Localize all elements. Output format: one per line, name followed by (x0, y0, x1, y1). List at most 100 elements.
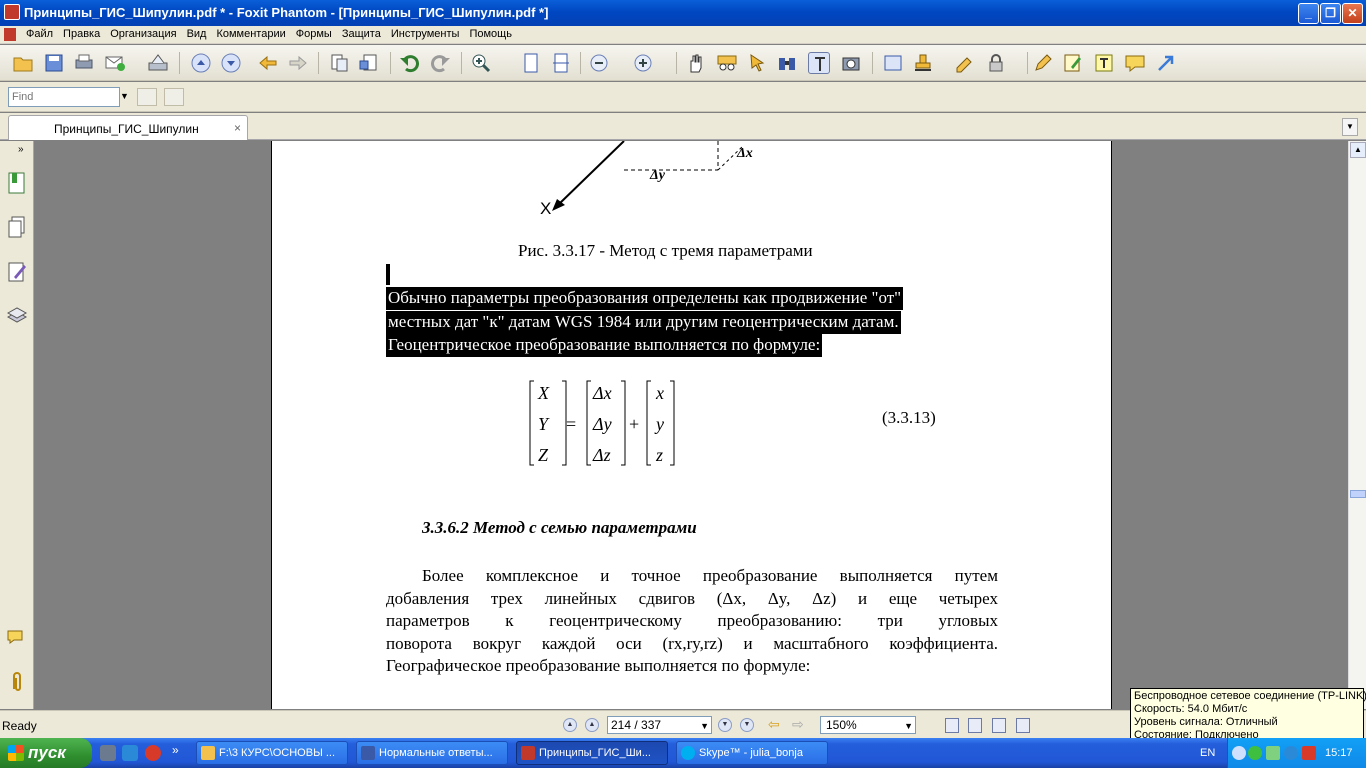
tray-expand-icon[interactable] (1232, 746, 1246, 760)
forward-arrow-icon[interactable] (287, 52, 309, 74)
antivirus-icon[interactable] (1302, 746, 1316, 760)
expand-pane-icon[interactable]: » (18, 144, 24, 155)
taskbar-item-foxit[interactable]: Принципы_ГИС_Ши... (516, 741, 668, 765)
page-view-icon[interactable] (882, 52, 904, 74)
comment-icon[interactable] (1124, 52, 1146, 74)
prev-page-icon[interactable]: ▲ (585, 718, 599, 732)
print-icon[interactable] (73, 52, 95, 74)
find-previous-icon[interactable] (137, 88, 157, 106)
forward-view-icon[interactable]: ⇨ (792, 716, 804, 733)
highlighted-line[interactable]: местных дат "к" датам WGS 1984 или други… (386, 311, 901, 334)
tab-close-icon[interactable]: × (234, 121, 241, 135)
zoom-in-icon[interactable] (632, 52, 654, 74)
menu-comments[interactable]: Комментарии (216, 28, 285, 40)
back-view-icon[interactable]: ⇦ (768, 716, 780, 733)
undo-icon[interactable] (399, 52, 421, 74)
snapshot-icon[interactable] (840, 52, 862, 74)
scroll-thumb[interactable] (1350, 490, 1366, 498)
document-view[interactable]: Δx Δy X Рис. 3.3.17 - Метод с тремя пара… (35, 141, 1348, 709)
first-page-icon[interactable]: ▲ (563, 718, 577, 732)
minimize-button[interactable]: _ (1298, 3, 1319, 24)
loupe-tool-icon[interactable] (716, 52, 738, 74)
taskbar-item-word[interactable]: Нормальные ответы... (356, 741, 508, 765)
menu-help[interactable]: Помощь (469, 28, 512, 40)
sign-icon[interactable] (954, 52, 976, 74)
taskbar-item-folder[interactable]: F:\3 КУРС\ОСНОВЫ ... (196, 741, 348, 765)
redo-icon[interactable] (429, 52, 451, 74)
skype-tray-icon[interactable] (1284, 746, 1298, 760)
pencil-icon[interactable] (1032, 52, 1054, 74)
document-icon[interactable] (4, 28, 16, 41)
tab-list-dropdown-icon[interactable]: ▼ (1342, 118, 1358, 136)
page-dropdown-icon[interactable]: ▼ (700, 718, 709, 734)
wifi-signal-icon[interactable] (1266, 746, 1280, 760)
scroll-up-icon[interactable]: ▲ (1350, 142, 1366, 158)
open-folder-icon[interactable] (12, 52, 34, 74)
single-page-view-icon[interactable] (945, 718, 959, 733)
next-page-status-icon[interactable]: ▼ (718, 718, 732, 732)
menu-organize[interactable]: Организация (110, 28, 176, 40)
language-indicator[interactable]: EN (1200, 747, 1215, 759)
stamp-icon[interactable] (912, 52, 934, 74)
last-page-icon[interactable]: ▼ (740, 718, 754, 732)
highlighted-line[interactable]: Обычно параметры преобразования определе… (386, 287, 904, 310)
email-icon[interactable] (104, 52, 126, 74)
arrow-tool-icon[interactable] (1155, 52, 1177, 74)
facing-view-icon[interactable] (992, 718, 1006, 733)
opera-icon[interactable] (145, 745, 161, 761)
document-tab[interactable]: Принципы_ГИС_Шипулин × (8, 115, 248, 140)
binoculars-icon[interactable] (776, 52, 798, 74)
continuous-view-icon[interactable] (968, 718, 982, 733)
lock-icon[interactable] (985, 52, 1007, 74)
zoom-field[interactable]: 150% ▼ (820, 716, 916, 734)
clock[interactable]: 15:17 (1325, 747, 1353, 759)
page-number-field[interactable]: 214 / 337 ▼ (607, 716, 712, 734)
text-select-icon[interactable] (808, 52, 830, 74)
annotations-icon[interactable] (6, 259, 28, 285)
zoom-in-tool-icon[interactable] (470, 52, 492, 74)
scan-icon[interactable] (147, 52, 169, 74)
zoom-dropdown-icon[interactable]: ▼ (904, 718, 913, 734)
back-arrow-icon[interactable] (257, 52, 279, 74)
layers-icon[interactable] (6, 303, 28, 329)
previous-page-icon[interactable] (190, 52, 212, 74)
insert-pages-icon[interactable] (358, 52, 380, 74)
toolbar-separator (872, 52, 873, 74)
note-edit-icon[interactable] (1062, 52, 1084, 74)
quicklaunch-more-icon[interactable]: » (172, 743, 179, 757)
find-input[interactable] (8, 87, 120, 107)
find-next-icon[interactable] (164, 88, 184, 106)
comments-list-icon[interactable] (6, 625, 28, 651)
menu-tools[interactable]: Инструменты (391, 28, 460, 40)
menu-file[interactable]: Файл (26, 28, 53, 40)
restore-button[interactable]: ❐ (1320, 3, 1341, 24)
select-annotation-icon[interactable] (746, 52, 768, 74)
media-player-icon[interactable] (122, 745, 138, 761)
highlighted-line[interactable]: Геоцентрическое преобразование выполняет… (386, 334, 823, 357)
taskbar-item-skype[interactable]: Skype™ - julia_bonja (676, 741, 828, 765)
typewriter-icon[interactable] (1093, 52, 1115, 74)
menu-edit[interactable]: Правка (63, 28, 100, 40)
pdf-page[interactable]: Δx Δy X Рис. 3.3.17 - Метод с тремя пара… (271, 141, 1112, 709)
find-dropdown-icon[interactable]: ▼ (120, 91, 129, 101)
foxit-app-icon[interactable] (4, 4, 20, 20)
next-page-icon[interactable] (220, 52, 242, 74)
menu-protect[interactable]: Защита (342, 28, 381, 40)
continuous-facing-view-icon[interactable] (1016, 718, 1030, 733)
menu-view[interactable]: Вид (187, 28, 207, 40)
vertical-scrollbar[interactable]: ▲ (1348, 141, 1366, 709)
hand-tool-icon[interactable] (685, 52, 707, 74)
menu-forms[interactable]: Формы (296, 28, 332, 40)
attachment-icon[interactable] (6, 669, 28, 695)
pages-icon[interactable] (6, 215, 28, 241)
extract-pages-icon[interactable] (328, 52, 350, 74)
fit-width-icon[interactable] (550, 52, 572, 74)
start-button[interactable]: пуск (0, 738, 92, 768)
show-desktop-icon[interactable] (100, 745, 116, 761)
security-check-icon[interactable] (1248, 746, 1262, 760)
close-button[interactable]: ✕ (1342, 3, 1363, 24)
save-icon[interactable] (43, 52, 65, 74)
fit-page-icon[interactable] (520, 52, 542, 74)
bookmarks-icon[interactable] (6, 171, 28, 197)
zoom-out-icon[interactable] (588, 52, 610, 74)
